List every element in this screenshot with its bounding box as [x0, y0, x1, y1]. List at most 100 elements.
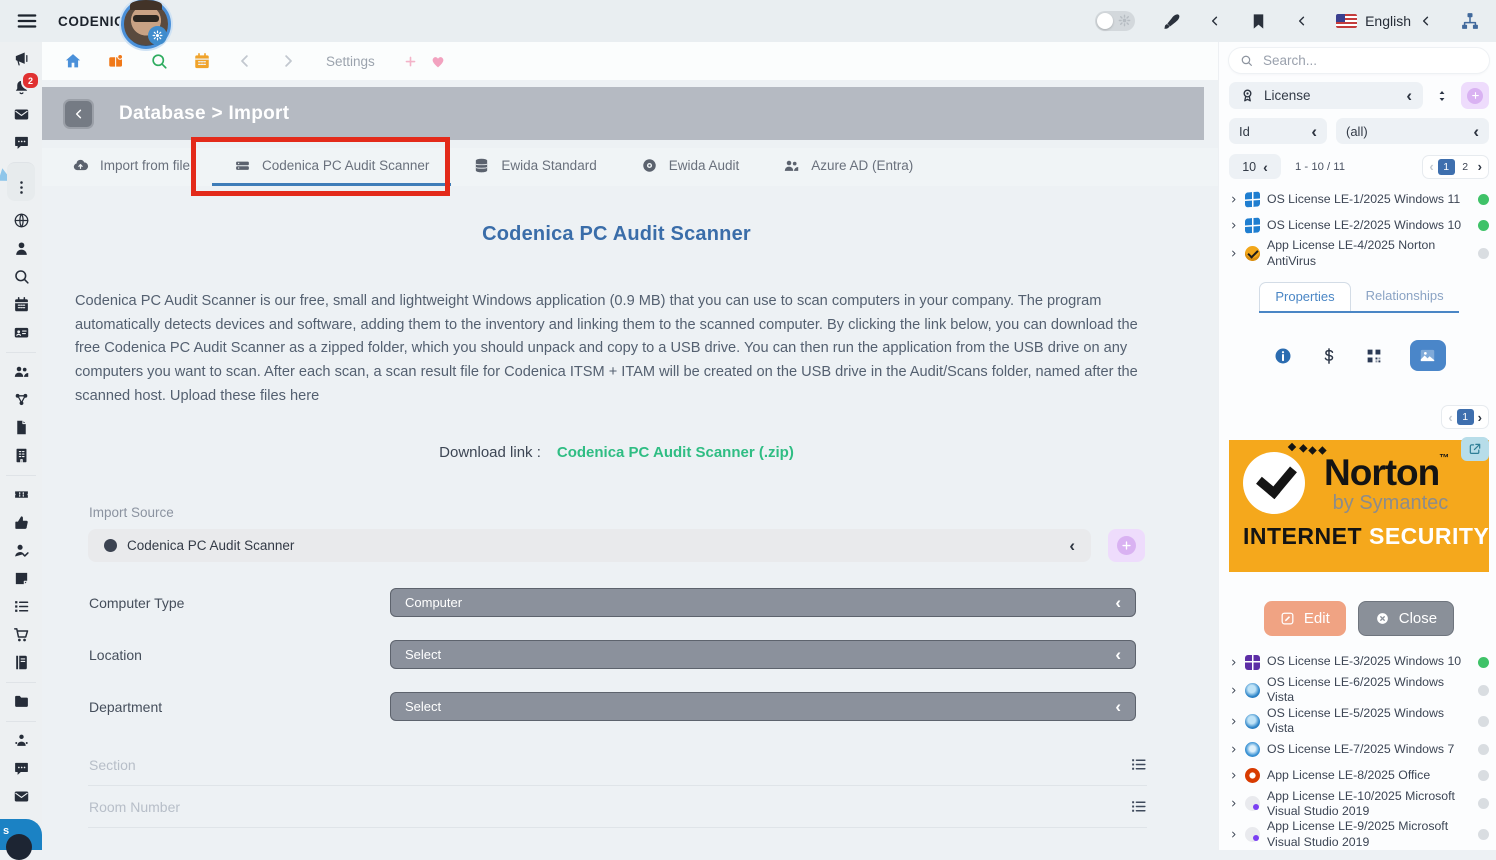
chat-icon[interactable] [8, 134, 34, 151]
import-source-select[interactable]: Codenica PC Audit Scanner ‹ [88, 529, 1091, 562]
list-picker-icon[interactable] [1130, 756, 1147, 773]
home-icon[interactable] [64, 52, 82, 70]
import-tab[interactable]: Ewida Audit [619, 148, 762, 186]
license-list-item[interactable]: OS License LE-6/2025 Windows Vista [1229, 675, 1489, 706]
inventory-icon[interactable] [107, 52, 125, 70]
list-picker-icon[interactable] [1130, 798, 1147, 815]
chevron-left-icon[interactable] [1295, 14, 1309, 28]
text-input[interactable] [88, 799, 1130, 815]
nodes-icon[interactable] [8, 391, 34, 408]
import-tab[interactable]: Codenica PC Audit Scanner [212, 148, 451, 186]
license-list-item[interactable]: App License LE-4/2025 Norton AntiVirus [1229, 238, 1489, 269]
expand-caret-icon[interactable] [1229, 717, 1238, 726]
chat-icon[interactable] [8, 760, 34, 777]
license-list-item[interactable]: OS License LE-2/2025 Windows 10 [1229, 212, 1489, 238]
search-icon[interactable] [150, 52, 168, 70]
expand-caret-icon[interactable] [1229, 249, 1238, 258]
search-icon[interactable] [8, 268, 34, 285]
mail-icon[interactable] [8, 106, 34, 123]
image-prev[interactable]: ‹ [1448, 411, 1452, 424]
expand-caret-icon[interactable] [1229, 830, 1238, 839]
more-icon[interactable] [7, 162, 35, 201]
cost-icon[interactable] [1320, 347, 1338, 365]
field-select[interactable]: Select ‹ [390, 640, 1136, 669]
bookmark-icon[interactable] [1249, 12, 1268, 31]
license-list-item[interactable]: App License LE-9/2025 Microsoft Visual S… [1229, 819, 1489, 850]
license-list-item[interactable]: OS License LE-7/2025 Windows 7 [1229, 737, 1489, 763]
search-bar[interactable] [1229, 48, 1489, 73]
chevron-left-icon[interactable] [1208, 14, 1222, 28]
settings-toggle[interactable] [1095, 11, 1135, 31]
expand-caret-icon[interactable] [1229, 686, 1238, 695]
sitemap-icon[interactable] [1460, 11, 1480, 31]
search-input[interactable] [1261, 52, 1478, 69]
language-selector[interactable]: English [1336, 13, 1433, 29]
qr-code-icon[interactable] [1365, 347, 1383, 365]
download-link[interactable]: Codenica PC Audit Scanner (.zip) [557, 444, 794, 461]
id-card-icon[interactable] [8, 324, 34, 341]
announcements-icon[interactable] [8, 50, 34, 67]
info-icon[interactable] [1273, 346, 1293, 366]
breadcrumb[interactable]: Settings [326, 54, 375, 69]
image-view-button[interactable] [1410, 340, 1446, 371]
expand-caret-icon[interactable] [1229, 745, 1238, 754]
ticket-icon[interactable] [6, 475, 36, 503]
license-list-item[interactable]: OS License LE-3/2025 Windows 10 [1229, 649, 1489, 675]
sort-button[interactable] [1429, 82, 1455, 109]
checklist-icon[interactable] [8, 598, 34, 615]
calendar-icon[interactable] [8, 296, 34, 313]
expand-caret-icon[interactable] [1229, 221, 1238, 230]
close-button[interactable]: Close [1358, 601, 1454, 636]
thumbs-up-icon[interactable] [8, 514, 34, 531]
pager-next[interactable]: › [1478, 160, 1482, 173]
calendar-icon[interactable] [193, 52, 211, 70]
expand-caret-icon[interactable] [1229, 799, 1238, 808]
book-icon[interactable] [8, 654, 34, 671]
import-tab[interactable]: Ewida Standard [451, 148, 618, 186]
filter-field-select[interactable]: Id ‹ [1229, 118, 1327, 144]
mail-icon[interactable] [8, 788, 34, 805]
user-icon[interactable] [8, 240, 34, 257]
users-icon[interactable] [6, 352, 36, 380]
add-entity-button[interactable] [1461, 82, 1489, 109]
open-external-button[interactable] [1461, 437, 1489, 461]
field-select[interactable]: Select ‹ [390, 692, 1136, 721]
document-icon[interactable] [8, 419, 34, 436]
avatar-gear-icon[interactable] [148, 26, 167, 45]
back-button[interactable] [63, 99, 94, 129]
paintbrush-icon[interactable] [1162, 12, 1181, 31]
cart-icon[interactable] [8, 626, 34, 643]
page-number[interactable]: 1 [1438, 159, 1455, 175]
import-tab[interactable]: Azure AD (Entra) [761, 148, 935, 186]
filter-value-select[interactable]: (all) ‹ [1336, 118, 1489, 144]
text-input[interactable] [88, 757, 1130, 773]
import-tab[interactable]: Import from file [50, 148, 212, 186]
add-favorite-icon[interactable] [404, 55, 417, 68]
entity-select[interactable]: License ‹ [1229, 82, 1423, 109]
page-size-select[interactable]: 10 ‹ [1229, 154, 1281, 179]
image-next[interactable]: › [1478, 411, 1482, 424]
detail-tab[interactable]: Properties [1259, 282, 1350, 311]
nav-back-icon[interactable] [236, 52, 254, 70]
notifications-icon[interactable]: 2 [8, 78, 34, 95]
field-select[interactable]: Computer ‹ [390, 588, 1136, 617]
add-import-source-button[interactable] [1108, 529, 1145, 562]
license-list-item[interactable]: App License LE-10/2025 Microsoft Visual … [1229, 789, 1489, 820]
expand-caret-icon[interactable] [1229, 658, 1238, 667]
hr-person-icon[interactable] [6, 721, 36, 749]
license-list-item[interactable]: App License LE-8/2025 Office [1229, 763, 1489, 789]
folder-icon[interactable] [6, 682, 36, 710]
pager-prev[interactable]: ‹ [1429, 160, 1433, 173]
license-list-item[interactable]: OS License LE-5/2025 Windows Vista [1229, 706, 1489, 737]
detail-tab[interactable]: Relationships [1351, 282, 1459, 311]
page-number[interactable]: 2 [1457, 159, 1474, 175]
favorite-icon[interactable] [429, 52, 447, 70]
building-icon[interactable] [8, 447, 34, 464]
edit-button[interactable]: Edit [1264, 601, 1346, 636]
menu-icon[interactable] [16, 10, 38, 32]
nav-forward-icon[interactable] [279, 52, 297, 70]
license-list-item[interactable]: OS License LE-1/2025 Windows 11 [1229, 186, 1489, 212]
user-check-icon[interactable] [8, 542, 34, 559]
globe-icon[interactable] [8, 212, 34, 229]
note-icon[interactable] [8, 570, 34, 587]
